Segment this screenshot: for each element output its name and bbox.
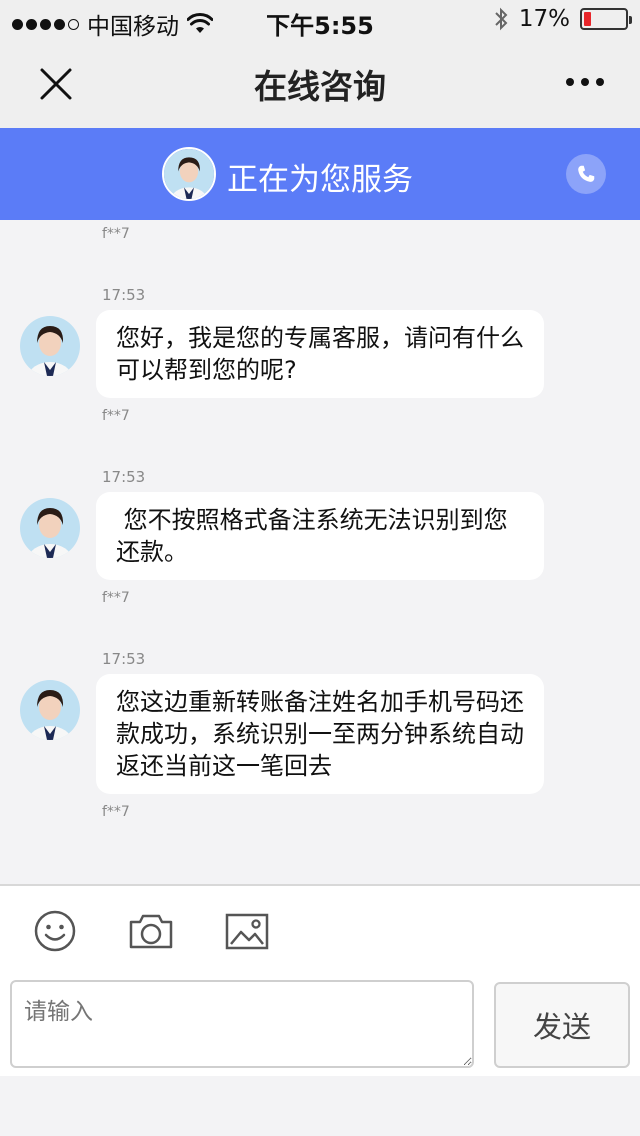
camera-icon[interactable] [128,908,174,954]
agent-avatar [20,316,80,376]
more-icon[interactable] [566,78,604,86]
status-right: 17% [493,6,632,32]
message-bubble: 您好，我是您的专属客服，请问有什么可以帮到您的呢? [96,310,544,398]
service-banner: 正在为您服务 [0,128,640,220]
nav-bar: 在线咨询 [0,40,640,128]
image-icon[interactable] [224,908,270,954]
message-input[interactable] [10,980,474,1068]
sender-name: f**7 [102,804,130,820]
message-time: 17:53 [102,650,146,668]
sender-name: f**7 [102,226,130,242]
agent-avatar [20,498,80,558]
service-status: 正在为您服务 [227,162,413,198]
battery-icon [580,8,632,30]
chat-list[interactable]: f**7 17:53 您好，我是您的专属客服，请问有什么可以帮到您的呢? f**… [0,220,640,884]
send-button[interactable]: 发送 [494,982,630,1068]
sender-name: f**7 [102,408,130,424]
page-title: 在线咨询 [254,67,386,106]
bottom-safe-area [0,1076,640,1136]
call-button[interactable] [566,154,606,194]
emoji-icon[interactable] [32,908,78,954]
message-bubble: 您这边重新转账备注姓名加手机号码还款成功，系统识别一至两分钟系统自动返还当前这一… [96,674,544,794]
phone-icon [578,165,595,182]
composer-toolbar: 发送 [0,884,640,1076]
bluetooth-icon [495,7,508,31]
message-time: 17:53 [102,468,146,486]
status-bar: 中国移动 下午5:55 17% [0,0,640,40]
agent-avatar [162,147,216,201]
message-bubble: 您不按照格式备注系统无法识别到您还款。 [96,492,544,580]
message-time: 17:53 [102,286,146,304]
battery-percent: 17% [518,6,570,32]
agent-avatar [20,680,80,740]
sender-name: f**7 [102,590,130,606]
